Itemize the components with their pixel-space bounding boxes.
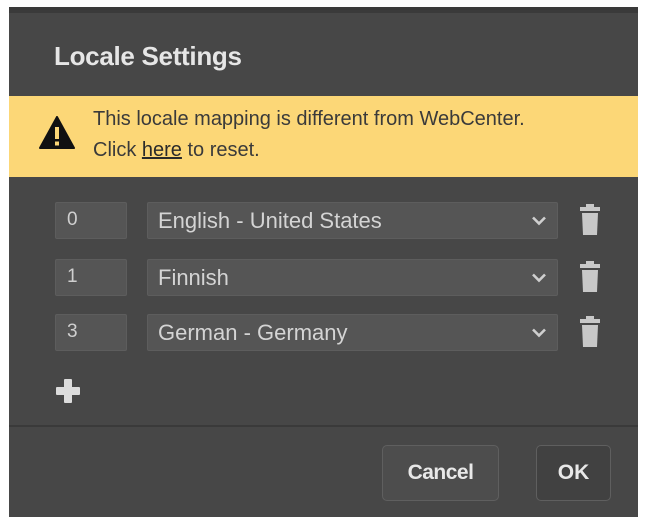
warning-line-1: This locale mapping is different from We… <box>93 108 525 130</box>
plus-icon[interactable] <box>56 379 80 403</box>
chevron-down-icon <box>532 328 546 338</box>
locale-index-input[interactable]: 1 <box>55 259 127 296</box>
language-select-value: English - United States <box>158 208 382 233</box>
language-select[interactable]: English - United States <box>147 202 558 239</box>
locale-settings-dialog: Locale Settings This locale mapping is d… <box>9 7 638 517</box>
locale-index-input[interactable]: 0 <box>55 202 127 239</box>
warning-triangle-icon <box>39 116 75 149</box>
language-select-value: German - Germany <box>158 320 348 345</box>
warning-message: This locale mapping is different from We… <box>93 104 525 166</box>
trash-icon[interactable] <box>579 204 601 236</box>
locale-index-input[interactable]: 3 <box>55 314 127 351</box>
mapping-row: 1 Finnish <box>55 259 615 296</box>
dialog-top-strip <box>9 7 638 13</box>
language-select[interactable]: German - Germany <box>147 314 558 351</box>
chevron-down-icon <box>532 273 546 283</box>
mapping-row: 0 English - United States <box>55 202 615 239</box>
warning-line-2: Click here to reset. <box>93 135 525 166</box>
mapping-row: 3 German - Germany <box>55 314 615 351</box>
footer-divider <box>9 425 638 427</box>
language-select-value: Finnish <box>158 265 229 290</box>
reset-link[interactable]: here <box>142 139 182 161</box>
dialog-title: Locale Settings <box>54 41 242 71</box>
trash-icon[interactable] <box>579 316 601 348</box>
warning-banner: This locale mapping is different from We… <box>9 96 638 177</box>
chevron-down-icon <box>532 216 546 226</box>
ok-button[interactable]: OK <box>536 445 611 501</box>
warning-line-2-suffix: to reset. <box>181 139 260 161</box>
cancel-button[interactable]: Cancel <box>382 445 499 501</box>
warning-line-2-prefix: Click <box>93 139 142 161</box>
language-select[interactable]: Finnish <box>147 259 558 296</box>
trash-icon[interactable] <box>579 261 601 293</box>
